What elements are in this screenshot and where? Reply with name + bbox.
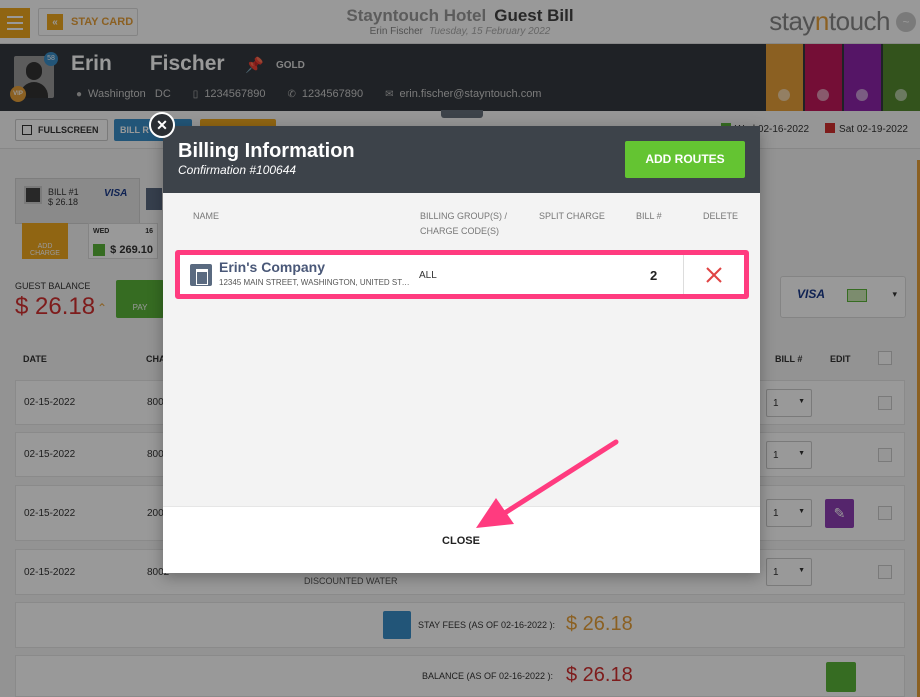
confirmation-number: Confirmation #100644 [178, 163, 297, 177]
col-split-charge: SPLIT CHARGE [539, 211, 605, 221]
col-delete: DELETE [703, 211, 739, 221]
annotation-arrow-icon [476, 439, 619, 528]
close-icon[interactable]: ✕ [149, 112, 175, 138]
delete-route-button[interactable] [683, 255, 744, 294]
modal-footer: CLOSE [163, 506, 760, 573]
route-billing-group: ALL [419, 270, 437, 281]
modal-header: Billing Information Confirmation #100644… [163, 126, 760, 193]
col-bill-number: BILL # [636, 211, 662, 221]
close-button[interactable]: CLOSE [411, 531, 511, 551]
route-company-name: Erin's Company [219, 259, 326, 275]
route-bill-number: 2 [650, 268, 658, 283]
close-x-icon [706, 266, 722, 283]
billing-information-modal: Billing Information Confirmation #100644… [163, 126, 760, 573]
route-address: 12345 MAIN STREET, WASHINGTON, UNITED ST… [219, 278, 414, 287]
modal-title: Billing Information [178, 140, 355, 162]
col-name: NAME [193, 211, 220, 221]
col-billing-group: BILLING GROUP(S) / CHARGE CODE(S) [420, 211, 508, 236]
routes-list: NAME BILLING GROUP(S) / CHARGE CODE(S) S… [163, 193, 760, 506]
modal-handle [441, 110, 483, 118]
add-routes-button[interactable]: ADD ROUTES [625, 141, 745, 178]
route-row[interactable]: Erin's Company 12345 MAIN STREET, WASHIN… [175, 250, 749, 299]
company-icon [190, 264, 212, 286]
